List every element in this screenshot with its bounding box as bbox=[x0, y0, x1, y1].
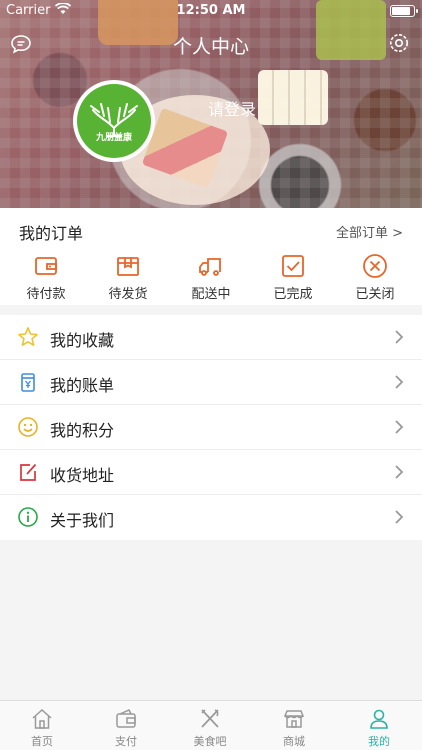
order-label: 待付款 bbox=[26, 287, 66, 302]
pay-icon bbox=[116, 709, 136, 728]
home-icon bbox=[32, 708, 52, 729]
login-link[interactable]: 请登录 bbox=[208, 96, 256, 120]
bill-icon bbox=[21, 373, 35, 392]
tab-label: 我的 bbox=[368, 735, 390, 748]
orders-section: 我的订单 全部订单 > 待付款 待发货 配送中 已完成 已关闭 bbox=[0, 208, 422, 305]
tab-label: 美食吧 bbox=[193, 735, 227, 748]
status-bar: Carrier 12:50 AM bbox=[0, 0, 422, 22]
avatar[interactable]: 九朋益康 bbox=[73, 80, 155, 162]
order-label: 待发货 bbox=[108, 287, 148, 302]
store-icon bbox=[283, 710, 305, 728]
order-pending-payment[interactable]: 待付款 bbox=[11, 253, 81, 302]
tab-label: 商城 bbox=[283, 735, 305, 748]
clock: 12:50 AM bbox=[176, 3, 246, 18]
menu-item-bills[interactable]: 我的账单 bbox=[0, 360, 422, 405]
order-completed[interactable]: 已完成 bbox=[258, 253, 328, 302]
order-label: 配送中 bbox=[191, 287, 231, 302]
cheese-decoration bbox=[258, 70, 328, 125]
menu-item-about[interactable]: 关于我们 bbox=[0, 495, 422, 540]
navigation-bar: 个人中心 bbox=[0, 26, 422, 60]
tab-home[interactable]: 首页 bbox=[0, 707, 84, 749]
page-title: 个人中心 bbox=[172, 36, 249, 58]
tab-bar: 首页 支付 美食吧 商城 我的 bbox=[0, 700, 422, 750]
order-pending-shipment[interactable]: 待发货 bbox=[93, 253, 163, 302]
orders-title: 我的订单 bbox=[19, 224, 84, 243]
smile-icon bbox=[18, 417, 38, 437]
order-closed[interactable]: 已关闭 bbox=[340, 253, 410, 302]
tab-food[interactable]: 美食吧 bbox=[168, 707, 252, 749]
truck-icon bbox=[199, 258, 221, 276]
tab-label: 首页 bbox=[31, 735, 53, 748]
brand-logo: 九朋益康 bbox=[77, 84, 151, 158]
check-icon bbox=[282, 255, 304, 277]
tab-mine[interactable]: 我的 bbox=[337, 707, 421, 749]
all-orders-link[interactable]: 全部订单 > bbox=[336, 222, 403, 241]
tab-pay[interactable]: 支付 bbox=[84, 707, 168, 749]
chevron-right-icon bbox=[395, 375, 404, 389]
menu-item-label: 我的收藏 bbox=[50, 331, 115, 350]
battery-icon bbox=[390, 5, 418, 17]
settings-menu: 我的收藏 我的账单 我的积分 收货地址 关于我们 bbox=[0, 315, 422, 540]
wallet-icon bbox=[35, 257, 57, 275]
chevron-right-icon bbox=[395, 465, 404, 479]
close-icon bbox=[363, 254, 387, 278]
gear-icon[interactable] bbox=[388, 32, 410, 54]
menu-item-address[interactable]: 收货地址 bbox=[0, 450, 422, 495]
box-icon bbox=[117, 257, 139, 276]
menu-item-points[interactable]: 我的积分 bbox=[0, 405, 422, 450]
menu-item-favorites[interactable]: 我的收藏 bbox=[0, 315, 422, 360]
menu-item-label: 收货地址 bbox=[50, 466, 115, 485]
fork-knife-icon bbox=[201, 709, 219, 728]
menu-item-label: 我的账单 bbox=[50, 376, 115, 395]
logo-text: 九朋益康 bbox=[95, 133, 132, 143]
order-in-delivery[interactable]: 配送中 bbox=[176, 253, 246, 302]
menu-item-label: 我的积分 bbox=[50, 421, 115, 440]
edit-icon bbox=[20, 463, 37, 481]
tab-store[interactable]: 商城 bbox=[252, 707, 336, 749]
order-label: 已完成 bbox=[273, 287, 313, 302]
battery-level bbox=[392, 7, 410, 15]
chevron-right-icon bbox=[395, 420, 404, 434]
tab-label: 支付 bbox=[115, 735, 137, 748]
star-icon bbox=[18, 327, 38, 346]
order-label: 已关闭 bbox=[355, 287, 395, 302]
info-icon bbox=[18, 507, 38, 527]
chevron-right-icon bbox=[395, 330, 404, 344]
chevron-right-icon bbox=[395, 510, 404, 524]
menu-item-label: 关于我们 bbox=[50, 511, 115, 530]
person-icon bbox=[370, 709, 388, 729]
